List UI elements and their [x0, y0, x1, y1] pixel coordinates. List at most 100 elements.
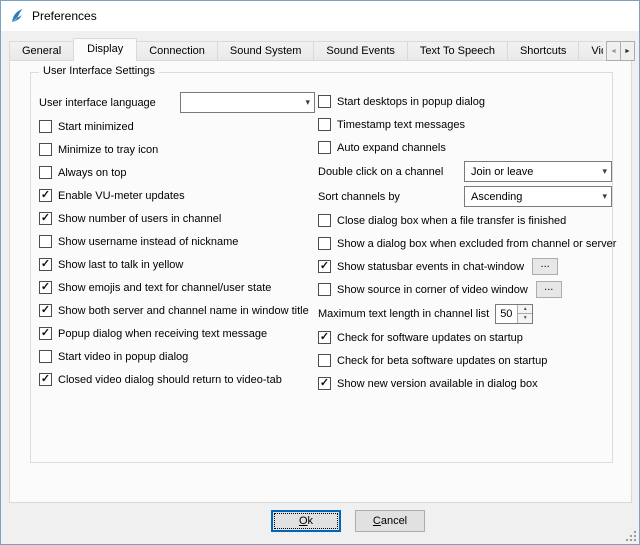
- checkbox-video-source-corner[interactable]: Show source in corner of video window: [318, 283, 528, 296]
- checkbox-label: Close dialog box when a file transfer is…: [337, 215, 566, 227]
- double-click-label: Double click on a channel: [318, 166, 443, 178]
- double-click-channel-select[interactable]: Join or leave ▾: [464, 161, 612, 182]
- checkbox-label: Show last to talk in yellow: [58, 259, 183, 271]
- checkbox-minimize-to-tray-icon[interactable]: Minimize to tray icon: [39, 138, 315, 161]
- statusbar-events-config-button[interactable]: ...: [532, 258, 558, 275]
- checkbox-box: ✓: [39, 258, 52, 271]
- checkbox-statusbar-events-chat[interactable]: ✓ Show statusbar events in chat-window: [318, 260, 524, 273]
- checkbox-label: Show a dialog box when excluded from cha…: [337, 238, 616, 250]
- checkbox-label: Show username instead of nickname: [58, 236, 238, 248]
- checkbox-close-dialog-file-transfer[interactable]: Close dialog box when a file transfer is…: [318, 209, 612, 232]
- double-click-value: Join or leave: [471, 166, 533, 178]
- chevron-down-icon: ▾: [305, 97, 310, 108]
- tab-display[interactable]: Display: [73, 38, 137, 61]
- video-source-row: Show source in corner of video window ..…: [318, 278, 612, 301]
- checkbox-box: [318, 237, 331, 250]
- preferences-window: Preferences General Display Connection S…: [0, 0, 640, 545]
- arrow-right-icon: ►: [624, 48, 631, 55]
- checkbox-always-on-top[interactable]: Always on top: [39, 161, 315, 184]
- checkbox-label: Auto expand channels: [337, 142, 446, 154]
- checkbox-label: Closed video dialog should return to vid…: [58, 374, 282, 386]
- checkbox-label: Show source in corner of video window: [337, 284, 528, 296]
- checkbox-show-number-of-users[interactable]: ✓ Show number of users in channel: [39, 207, 315, 230]
- right-column: Start desktops in popup dialog Timestamp…: [318, 90, 612, 395]
- tab-scroll-right-button[interactable]: ►: [620, 41, 635, 61]
- tab-video[interactable]: Video: [578, 41, 603, 60]
- checkbox-check-beta-updates[interactable]: Check for beta software updates on start…: [318, 349, 612, 372]
- titlebar[interactable]: Preferences: [1, 1, 639, 31]
- ok-button-label: Ok: [299, 515, 313, 527]
- checkbox-box: ✓: [318, 377, 331, 390]
- language-label: User interface language: [39, 97, 156, 109]
- chevron-down-icon: ▾: [602, 166, 607, 177]
- checkbox-show-server-channel-in-title[interactable]: ✓ Show both server and channel name in w…: [39, 299, 315, 322]
- checkbox-closed-video-return-tab[interactable]: ✓ Closed video dialog should return to v…: [39, 368, 315, 391]
- checkbox-box: [318, 118, 331, 131]
- tab-scroll-left-button[interactable]: ◄: [606, 41, 621, 61]
- sort-channels-select[interactable]: Ascending ▾: [464, 186, 612, 207]
- spinner-down-button[interactable]: ▼: [518, 314, 532, 323]
- checkbox-box: [318, 283, 331, 296]
- checkbox-label: Minimize to tray icon: [58, 144, 158, 156]
- checkbox-label: Popup dialog when receiving text message: [58, 328, 267, 340]
- tab-sound-system[interactable]: Sound System: [217, 41, 315, 60]
- checkbox-timestamp-text-messages[interactable]: Timestamp text messages: [318, 113, 612, 136]
- checkbox-dialog-when-excluded[interactable]: Show a dialog box when excluded from cha…: [318, 232, 612, 255]
- checkbox-label: Show statusbar events in chat-window: [337, 261, 524, 273]
- checkbox-label: Show number of users in channel: [58, 213, 221, 225]
- checkbox-box: [39, 120, 52, 133]
- checkbox-label: Start minimized: [58, 121, 134, 133]
- checkbox-start-desktops-popup[interactable]: Start desktops in popup dialog: [318, 90, 612, 113]
- checkbox-label: Timestamp text messages: [337, 119, 465, 131]
- checkbox-show-username-instead-nickname[interactable]: Show username instead of nickname: [39, 230, 315, 253]
- ok-button[interactable]: Ok: [271, 510, 341, 532]
- checkbox-auto-expand-channels[interactable]: Auto expand channels: [318, 136, 612, 159]
- checkbox-label: Show new version available in dialog box: [337, 378, 538, 390]
- checkbox-show-emojis-text-state[interactable]: ✓ Show emojis and text for channel/user …: [39, 276, 315, 299]
- checkbox-start-video-popup[interactable]: Start video in popup dialog: [39, 345, 315, 368]
- checkbox-show-new-version-dialog[interactable]: ✓ Show new version available in dialog b…: [318, 372, 612, 395]
- checkbox-box: ✓: [39, 304, 52, 317]
- cancel-button[interactable]: Cancel: [355, 510, 425, 532]
- spinner-buttons: ▲ ▼: [517, 305, 532, 323]
- checkbox-popup-dialog-text-message[interactable]: ✓ Popup dialog when receiving text messa…: [39, 322, 315, 345]
- checkbox-box: ✓: [39, 189, 52, 202]
- checkbox-enable-vu-meter-updates[interactable]: ✓ Enable VU-meter updates: [39, 184, 315, 207]
- group-user-interface-settings: User Interface Settings User interface l…: [30, 72, 613, 463]
- video-source-config-button[interactable]: ...: [536, 281, 562, 298]
- resize-grip[interactable]: [626, 531, 636, 541]
- checkbox-box: [39, 166, 52, 179]
- double-click-row: Double click on a channel Join or leave …: [318, 159, 612, 184]
- cancel-button-label: Cancel: [373, 515, 407, 527]
- tab-text-to-speech[interactable]: Text To Speech: [407, 41, 508, 60]
- checkbox-label: Enable VU-meter updates: [58, 190, 185, 202]
- checkbox-label: Show emojis and text for channel/user st…: [58, 282, 271, 294]
- window-title: Preferences: [32, 9, 97, 23]
- spinner-up-button[interactable]: ▲: [518, 305, 532, 315]
- tab-general[interactable]: General: [9, 41, 74, 60]
- tab-bar: General Display Connection Sound System …: [9, 38, 603, 61]
- tab-scroll-buttons: ◄ ►: [607, 41, 635, 61]
- tab-shortcuts[interactable]: Shortcuts: [507, 41, 579, 60]
- checkbox-box: [39, 143, 52, 156]
- checkbox-show-last-to-talk-yellow[interactable]: ✓ Show last to talk in yellow: [39, 253, 315, 276]
- max-text-length-spinner[interactable]: 50 ▲ ▼: [495, 304, 533, 324]
- checkbox-box: ✓: [39, 212, 52, 225]
- checkbox-box: [318, 214, 331, 227]
- tab-connection[interactable]: Connection: [136, 41, 218, 60]
- sort-channels-value: Ascending: [471, 191, 522, 203]
- max-text-length-row: Maximum text length in channel list 50 ▲…: [318, 301, 612, 326]
- arrow-up-icon: ▲: [523, 306, 528, 312]
- dialog-footer: Ok Cancel: [1, 510, 639, 532]
- arrow-left-icon: ◄: [610, 48, 617, 55]
- checkbox-box: ✓: [318, 331, 331, 344]
- checkbox-box: [39, 235, 52, 248]
- tab-sound-events[interactable]: Sound Events: [313, 41, 408, 60]
- tab-page-display: User Interface Settings User interface l…: [9, 60, 632, 503]
- checkbox-label: Check for software updates on startup: [337, 332, 523, 344]
- max-text-length-label: Maximum text length in channel list: [318, 308, 489, 320]
- checkbox-start-minimized[interactable]: Start minimized: [39, 115, 315, 138]
- checkbox-check-software-updates[interactable]: ✓ Check for software updates on startup: [318, 326, 612, 349]
- language-select[interactable]: ▾: [180, 92, 315, 113]
- language-row: User interface language ▾: [39, 90, 315, 115]
